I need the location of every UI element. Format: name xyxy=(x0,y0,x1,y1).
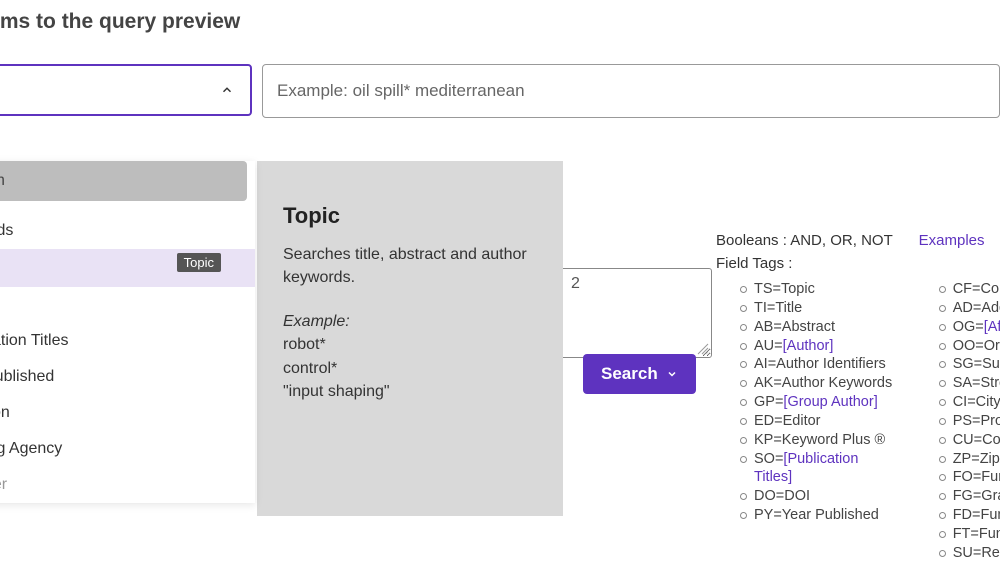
field-tag-item: PS=Provi xyxy=(939,412,1000,431)
field-tag-item: DO=DOI xyxy=(740,487,895,506)
search-input[interactable]: Example: oil spill* mediterranean xyxy=(262,64,1000,118)
tooltip-example-line: control* xyxy=(283,357,537,380)
tooltip-example-line: "input shaping" xyxy=(283,380,537,403)
field-tag-item: SU=Rese xyxy=(939,544,1000,563)
tooltip-example-label: Example: xyxy=(283,313,537,331)
chevron-up-icon xyxy=(220,83,234,97)
field-tag-item: CI=City xyxy=(939,393,1000,412)
page-title: erms to the query preview xyxy=(0,10,1000,34)
dropdown-item[interactable]: cation Titles xyxy=(0,323,255,359)
field-tags-col2: CF=ConfAD=AddrOG=[AffilOO=OrgaSG=SuboSA=… xyxy=(915,280,1000,563)
dropdown-item[interactable]: tion xyxy=(0,395,255,431)
field-tag-item: CF=Conf xyxy=(939,280,1000,299)
dropdown-search-input[interactable]: ch xyxy=(0,161,247,201)
field-dropdown-panel: ch elds Topic r cation Titles Published … xyxy=(0,161,255,503)
field-tag-link[interactable]: [Author] xyxy=(783,338,834,354)
field-tag-item: ZP=Zip/P xyxy=(939,450,1000,469)
field-tag-item: KP=Keyword Plus ® xyxy=(740,431,895,450)
chevron-down-icon xyxy=(666,368,678,380)
field-tag-item: SO=[Publication Titles] xyxy=(740,450,895,488)
field-tag-item: AD=Addr xyxy=(939,299,1000,318)
resize-handle-icon[interactable] xyxy=(697,343,709,355)
search-row: Example: oil spill* mediterranean xyxy=(0,64,1000,118)
field-tag-item: PY=Year Published xyxy=(740,506,895,525)
field-tag-item: SG=Subo xyxy=(939,355,1000,374)
field-tag-item: OG=[Affil xyxy=(939,318,1000,337)
field-tag-item: FD=Fund xyxy=(939,506,1000,525)
dropdown-item[interactable]: elds xyxy=(0,213,255,249)
booleans-label: Booleans : AND, OR, NOT xyxy=(716,232,892,249)
field-tag-item: AB=Abstract xyxy=(740,318,895,337)
dropdown-item[interactable]: r xyxy=(0,287,255,323)
field-tag-item: FG=Gran xyxy=(939,487,1000,506)
field-tag-item: CU=Cour xyxy=(939,431,1000,450)
preview-value: 2 xyxy=(571,275,580,292)
dropdown-item-topic[interactable]: Topic xyxy=(0,249,255,287)
dropdown-item[interactable]: Published xyxy=(0,359,255,395)
dropdown-item[interactable]: ing Agency xyxy=(0,431,255,467)
examples-link[interactable]: Examples xyxy=(919,232,985,249)
field-tag-item: FO=Fund xyxy=(939,468,1000,487)
field-tag-item: SA=Stree xyxy=(939,374,1000,393)
field-tag-item: FT=Fund xyxy=(939,525,1000,544)
dropdown-item[interactable]: her xyxy=(0,467,255,503)
field-tag-link[interactable]: [Affil xyxy=(984,319,1000,335)
search-button-label: Search xyxy=(601,364,658,384)
field-tag-item: AK=Author Keywords xyxy=(740,374,895,393)
field-tag-link[interactable]: [Group Author] xyxy=(783,394,877,410)
field-tag-item: TI=Title xyxy=(740,299,895,318)
field-tag-item: GP=[Group Author] xyxy=(740,393,895,412)
topic-badge: Topic xyxy=(177,253,221,272)
tooltip-title: Topic xyxy=(283,203,537,229)
field-tag-item: TS=Topic xyxy=(740,280,895,299)
tooltip-example-line: robot* xyxy=(283,333,537,356)
field-tag-item: AU=[Author] xyxy=(740,337,895,356)
field-tooltip-panel: Topic Searches title, abstract and autho… xyxy=(257,161,563,516)
field-select-dropdown[interactable] xyxy=(0,64,252,116)
field-tags-panel: Booleans : AND, OR, NOT Examples Field T… xyxy=(716,232,1000,563)
field-tags-col1: TS=TopicTI=TitleAB=AbstractAU=[Author]AI… xyxy=(716,280,895,563)
tooltip-description: Searches title, abstract and author keyw… xyxy=(283,243,537,289)
field-tag-item: OO=Orga xyxy=(939,337,1000,356)
search-button[interactable]: Search xyxy=(583,354,696,394)
field-tag-item: ED=Editor xyxy=(740,412,895,431)
field-tags-label: Field Tags : xyxy=(716,255,1000,272)
query-preview-textarea[interactable]: 2 xyxy=(560,268,712,358)
field-tag-item: AI=Author Identifiers xyxy=(740,355,895,374)
